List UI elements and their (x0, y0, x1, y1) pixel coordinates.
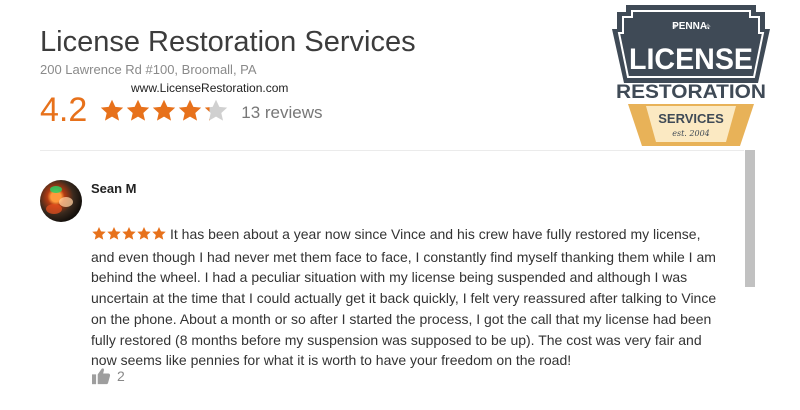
thumbs-up-icon[interactable] (91, 367, 111, 385)
star-icon (152, 227, 166, 240)
star-icon (107, 227, 121, 240)
logo-main-text: LICENSE (629, 43, 753, 76)
rating-stars (99, 98, 229, 123)
star-icon (205, 99, 228, 121)
logo-middle-text: RESTORATION (616, 82, 766, 103)
company-logo: PENNA. ✧ ✧ LICENSE RESTORATION SERVICES … (612, 5, 770, 146)
star-icon (153, 99, 176, 121)
reviewer-name[interactable]: Sean M (91, 181, 137, 196)
business-address: 200 Lawrence Rd #100, Broomall, PA (40, 62, 257, 77)
svg-text:✧: ✧ (672, 22, 679, 31)
review-text: It has been about a year now since Vince… (91, 226, 717, 369)
star-icon (179, 99, 202, 121)
star-icon (101, 99, 124, 121)
star-icon (127, 99, 150, 121)
logo-badge-text: SERVICES (658, 111, 724, 126)
star-icon (122, 227, 136, 240)
star-icon (92, 227, 106, 240)
reviewer-avatar[interactable] (40, 180, 82, 222)
logo-est-text: est. 2004 (672, 129, 710, 138)
star-icon (137, 227, 151, 240)
rating-summary: 4.2 13 reviews (40, 93, 323, 127)
review-body: It has been about a year now since Vince… (91, 224, 727, 371)
review-stars (91, 226, 166, 247)
review-count-link[interactable]: 13 reviews (241, 97, 322, 123)
like-count: 2 (117, 368, 125, 384)
like-control[interactable]: 2 (91, 367, 125, 385)
rating-value: 4.2 (40, 91, 88, 129)
section-divider (40, 150, 745, 151)
scrollbar-thumb[interactable] (745, 150, 755, 287)
svg-text:✧: ✧ (705, 22, 712, 31)
business-name: License Restoration Services (40, 26, 416, 58)
